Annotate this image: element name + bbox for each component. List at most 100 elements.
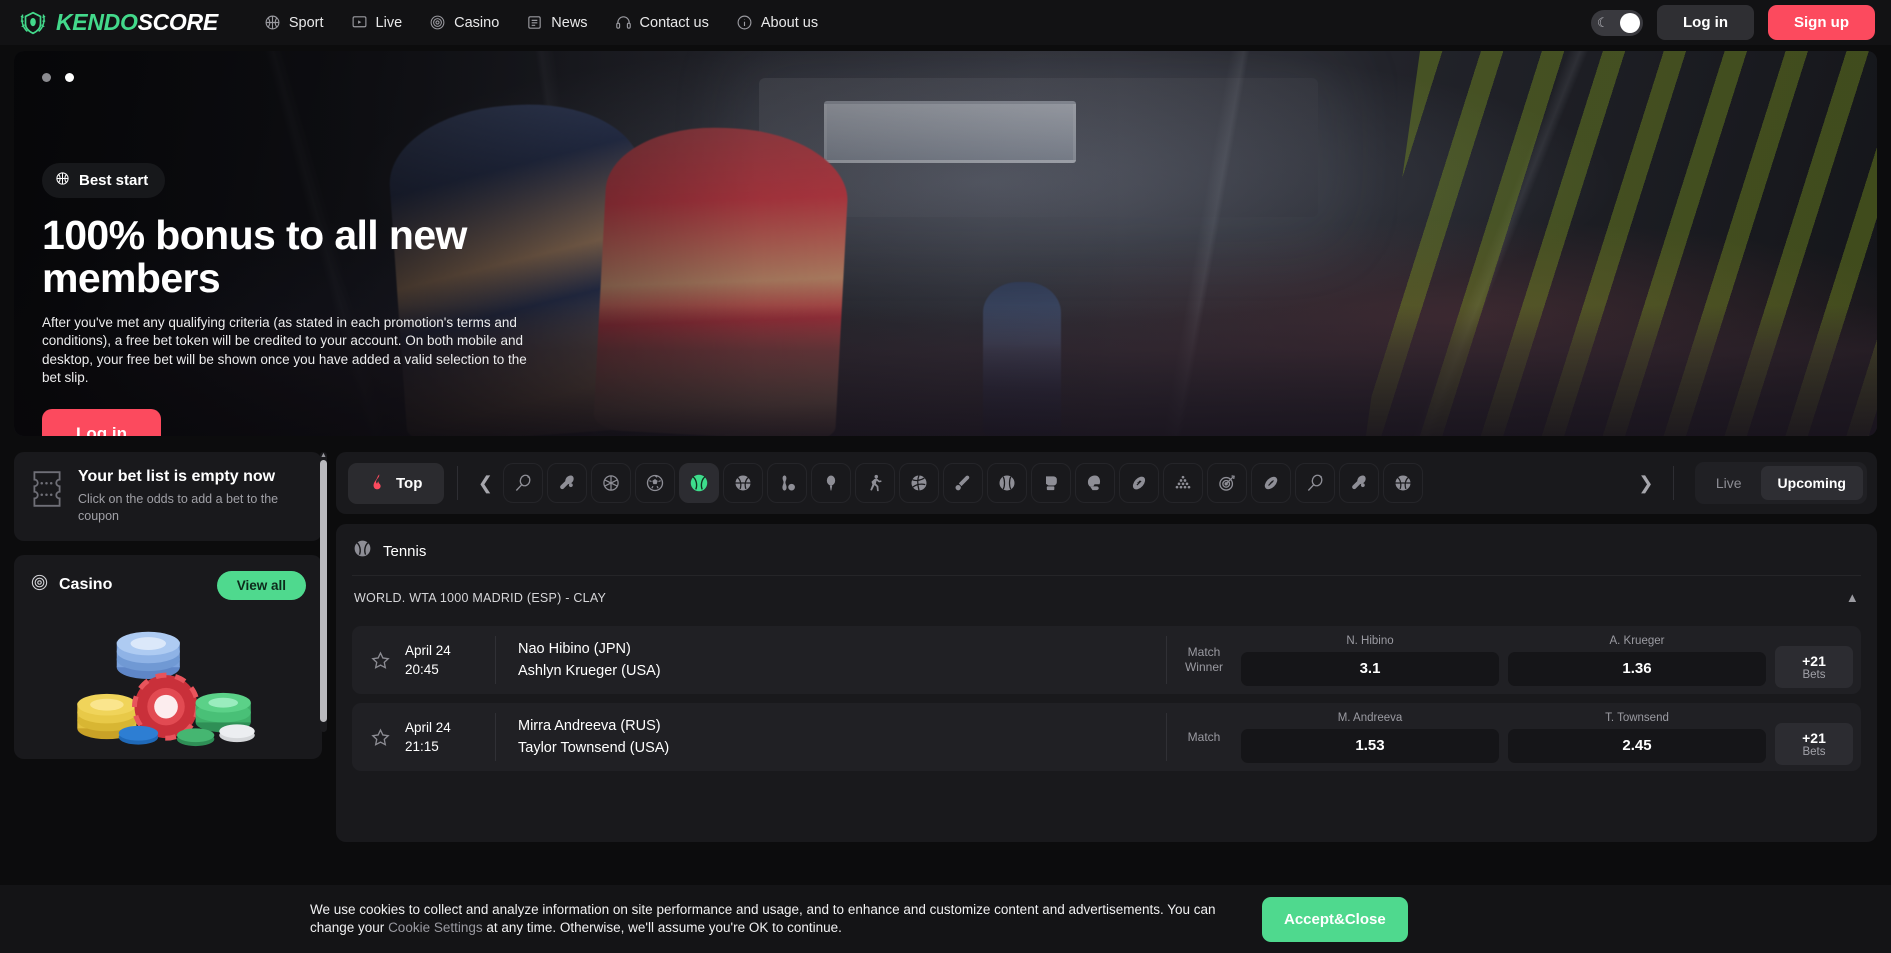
american-football-icon[interactable] xyxy=(1251,463,1292,503)
more-bets-button[interactable]: +21 Bets xyxy=(1775,723,1853,765)
more-bets-label: Bets xyxy=(1802,669,1826,681)
odd-button[interactable]: 2.45 xyxy=(1508,728,1766,763)
login-button[interactable]: Log in xyxy=(1657,5,1754,40)
golf-tee-icon[interactable] xyxy=(811,463,852,503)
casino-card-header: Casino View all xyxy=(30,570,306,600)
handball-icon[interactable] xyxy=(855,463,896,503)
star-outline-icon[interactable] xyxy=(352,626,405,694)
odd-cell-away: A. Krueger 1.36 xyxy=(1508,635,1766,686)
cricket-icon[interactable] xyxy=(943,463,984,503)
sport-section-header: Tennis xyxy=(352,538,1861,575)
baseball-icon[interactable] xyxy=(987,463,1028,503)
logo-text-first: KENDO xyxy=(56,9,138,35)
nav-label: Live xyxy=(375,14,403,31)
more-bets-label: Bets xyxy=(1802,746,1826,758)
table-tennis-icon[interactable] xyxy=(547,463,588,503)
left-sidebar: ▲ Your bet list is empty now Click on th… xyxy=(14,452,327,842)
nav-item-live[interactable]: Live xyxy=(341,8,413,37)
odd-label: A. Krueger xyxy=(1609,634,1665,647)
toggle-upcoming[interactable]: Upcoming xyxy=(1760,466,1863,500)
basketball-icon[interactable] xyxy=(723,463,764,503)
table-tennis-paddle-icon[interactable] xyxy=(1339,463,1380,503)
hero-description: After you've met any qualifying criteria… xyxy=(42,315,527,385)
league-header[interactable]: WORLD. WTA 1000 MADRID (ESP) - CLAY ▲ xyxy=(352,575,1861,617)
nav-label: Contact us xyxy=(639,14,709,31)
nav-item-sport[interactable]: Sport xyxy=(254,8,334,37)
odd-button[interactable]: 3.1 xyxy=(1241,651,1499,686)
odd-cell-home: N. Hibino 3.1 xyxy=(1241,635,1499,686)
top-filter-button[interactable]: Top xyxy=(348,462,445,504)
soccer-ball-icon[interactable] xyxy=(635,463,676,503)
star-outline-icon[interactable] xyxy=(352,703,405,771)
shield-laurel-icon xyxy=(18,8,48,38)
market-label: Match Winner xyxy=(1184,645,1223,674)
nav-item-contact-us[interactable]: Contact us xyxy=(605,8,719,37)
volleyball-icon[interactable] xyxy=(591,463,632,503)
rugby-ball-icon[interactable] xyxy=(1119,463,1160,503)
chevron-right-icon[interactable]: ❯ xyxy=(1632,463,1660,503)
boxing-glove-icon[interactable] xyxy=(1031,463,1072,503)
logo-text: KENDOSCORE xyxy=(56,9,218,36)
main-navigation: Sport Live Casino News Contact us About … xyxy=(254,8,828,37)
target-circle-icon xyxy=(429,14,446,31)
table-row[interactable]: April 24 21:15 Mirra Andreeva (RUS) Tayl… xyxy=(352,703,1861,771)
nav-item-news[interactable]: News xyxy=(516,8,597,37)
match-date: April 24 xyxy=(405,643,451,658)
cookie-text-after: at any time. Otherwise, we'll assume you… xyxy=(482,920,842,935)
casino-card: Casino View all xyxy=(14,554,322,759)
flame-icon xyxy=(370,473,387,494)
hero-login-button[interactable]: Log in xyxy=(42,408,161,436)
odd-button[interactable]: 1.36 xyxy=(1508,651,1766,686)
sidebar-scrollbar[interactable]: ▲ xyxy=(320,452,327,732)
hero-banner: Best start 100% bonus to all new members… xyxy=(14,51,1877,436)
match-datetime: April 24 21:15 xyxy=(405,703,495,771)
odd-button[interactable]: 1.53 xyxy=(1241,728,1499,763)
more-bets-button[interactable]: +21 Bets xyxy=(1775,646,1853,688)
tennis-ball-icon[interactable] xyxy=(679,463,720,503)
basketball-alt-icon[interactable] xyxy=(1383,463,1424,503)
tennis-racket-icon[interactable] xyxy=(503,463,544,503)
toggle-knob xyxy=(1620,12,1640,33)
team-away: Ashlyn Krueger (USA) xyxy=(518,663,661,679)
snooker-rack-icon[interactable] xyxy=(1163,463,1204,503)
divider-right xyxy=(1672,466,1674,500)
basketball-icon xyxy=(264,14,281,31)
hero-content: Best start 100% bonus to all new members… xyxy=(42,163,562,436)
carousel-dot-2[interactable] xyxy=(65,73,74,82)
bowling-icon[interactable] xyxy=(767,463,808,503)
cookie-text: We use cookies to collect and analyze in… xyxy=(310,901,1240,937)
match-time: 20:45 xyxy=(405,662,439,677)
table-row[interactable]: April 24 20:45 Nao Hibino (JPN) Ashlyn K… xyxy=(352,626,1861,694)
nav-label: Casino xyxy=(454,14,500,31)
odd-label: T. Townsend xyxy=(1605,711,1669,724)
scroll-up-arrow[interactable]: ▲ xyxy=(320,452,327,459)
badminton-racket-icon[interactable] xyxy=(1295,463,1336,503)
divider xyxy=(457,466,459,500)
theme-toggle[interactable]: ☾ xyxy=(1591,9,1643,36)
darts-target-icon[interactable] xyxy=(1207,463,1248,503)
volleyball-alt-icon[interactable] xyxy=(899,463,940,503)
american-football-helmet-icon[interactable] xyxy=(1075,463,1116,503)
chevron-left-icon[interactable]: ❮ xyxy=(471,463,499,503)
more-bets-count: +21 xyxy=(1802,653,1826,669)
hero-badge-label: Best start xyxy=(79,172,149,189)
carousel-dot-1[interactable] xyxy=(42,73,51,82)
nav-item-about-us[interactable]: About us xyxy=(726,8,828,37)
nav-label: News xyxy=(551,14,588,31)
header-actions: ☾ Log in Sign up xyxy=(1591,5,1875,40)
tennis-ball-icon xyxy=(352,538,373,564)
headset-icon xyxy=(615,14,632,31)
signup-button[interactable]: Sign up xyxy=(1768,5,1875,40)
casino-card-title: Casino xyxy=(59,576,113,594)
casino-view-all-button[interactable]: View all xyxy=(216,570,306,600)
accept-close-button[interactable]: Accept&Close xyxy=(1262,896,1408,942)
chevron-up-icon[interactable]: ▲ xyxy=(1846,590,1859,605)
logo[interactable]: KENDOSCORE xyxy=(18,8,218,38)
cookie-settings-link[interactable]: Cookie Settings xyxy=(388,920,483,935)
scrollbar-thumb[interactable] xyxy=(320,460,327,722)
toggle-live[interactable]: Live xyxy=(1699,466,1759,500)
nav-label: About us xyxy=(760,14,819,31)
match-datetime: April 24 20:45 xyxy=(405,626,495,694)
nav-item-casino[interactable]: Casino xyxy=(419,8,509,37)
site-header: KENDOSCORE Sport Live Casino News Contac… xyxy=(0,0,1891,45)
